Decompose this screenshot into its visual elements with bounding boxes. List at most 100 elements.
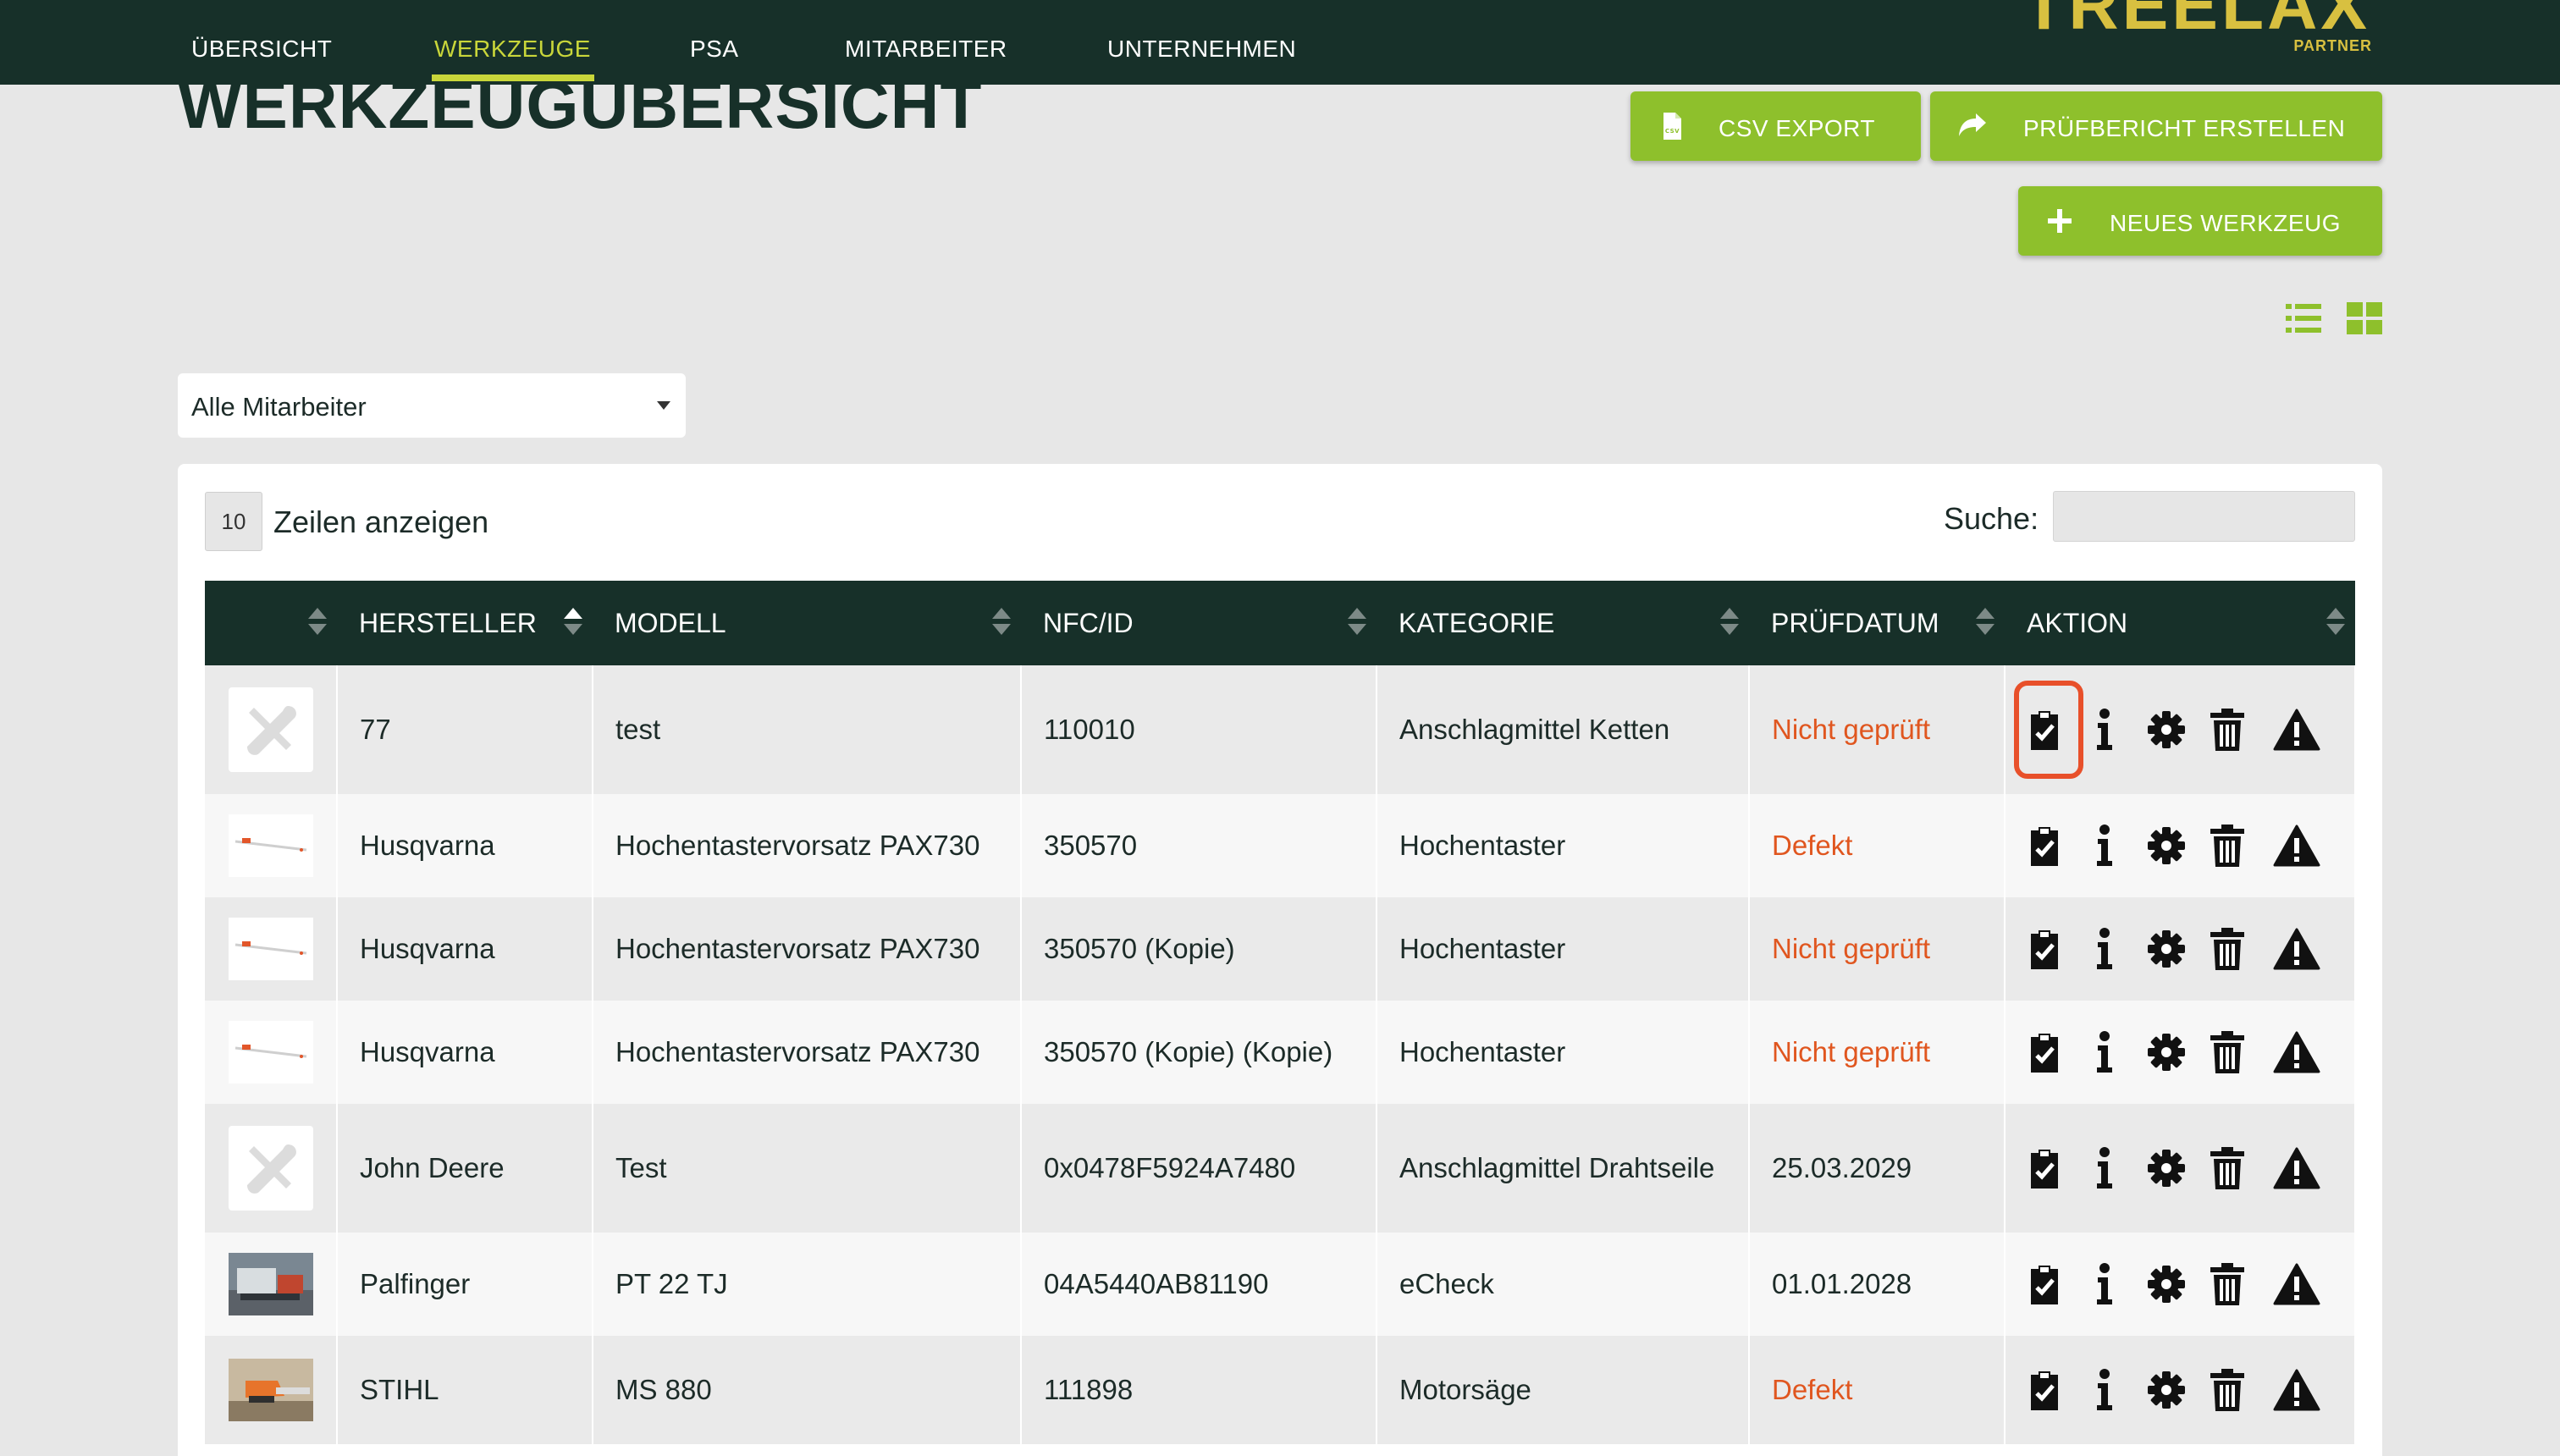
cell-hersteller: 77: [337, 665, 593, 794]
cell-modell: PT 22 TJ: [593, 1233, 1022, 1336]
table-row: 77 test 110010 Anschlagmittel Ketten Nicht g…: [205, 665, 2356, 794]
info-icon[interactable]: [2095, 1262, 2114, 1306]
cell-hersteller: John Deere: [337, 1104, 593, 1233]
warning-icon[interactable]: [2273, 1030, 2320, 1074]
cell-kategorie: Hochentaster: [1377, 794, 1750, 897]
column-header-nfc-id[interactable]: NFC/ID: [1021, 581, 1377, 665]
sort-icon: [1348, 608, 1366, 637]
pole-pruner-photo: [229, 1021, 335, 1084]
table-row: STIHL MS 880 111898 Motorsäge Defekt: [205, 1336, 2356, 1444]
cell-actions: [2005, 1336, 2356, 1444]
gear-icon[interactable]: [2146, 708, 2187, 752]
trash-icon[interactable]: [2209, 927, 2246, 971]
grid-view-icon[interactable]: [2347, 302, 2382, 334]
new-tool-button[interactable]: NEUES WERKZEUG: [2018, 186, 2382, 256]
tool-thumbnail: [205, 1233, 338, 1336]
warning-icon[interactable]: [2273, 1368, 2320, 1412]
warning-icon[interactable]: [2273, 824, 2320, 868]
inspection-check-icon[interactable]: [2028, 1030, 2061, 1074]
sort-icon: [2326, 608, 2345, 637]
employee-filter-select[interactable]: Alle Mitarbeiter: [178, 373, 686, 438]
column-header-aktion[interactable]: AKTION: [2005, 581, 2355, 665]
warning-icon[interactable]: [2273, 927, 2320, 971]
warning-icon[interactable]: [2273, 1146, 2320, 1190]
create-report-button[interactable]: PRÜFBERICHT ERSTELLEN: [1930, 91, 2382, 161]
cell-pruefdatum: Nicht geprüft: [1749, 1001, 2006, 1104]
trash-icon[interactable]: [2209, 824, 2246, 868]
sort-icon: [308, 608, 327, 637]
inspection-check-icon[interactable]: [2028, 1368, 2061, 1412]
inspection-check-icon[interactable]: [2028, 824, 2061, 868]
cell-hersteller: STIHL: [337, 1336, 593, 1444]
column-header-kategorie[interactable]: KATEGORIE: [1377, 581, 1749, 665]
tool-thumbnail: [205, 1001, 338, 1104]
gear-icon[interactable]: [2146, 927, 2187, 971]
info-icon[interactable]: [2095, 1368, 2114, 1412]
tool-thumbnail: [205, 665, 338, 794]
cell-kategorie: Motorsäge: [1377, 1336, 1750, 1444]
cell-pruefdatum: 01.01.2028: [1749, 1233, 2006, 1336]
trash-icon[interactable]: [2209, 1262, 2246, 1306]
tool-thumbnail: [205, 897, 338, 1001]
inspection-check-icon[interactable]: [2028, 927, 2061, 971]
inspection-check-icon[interactable]: [2028, 1262, 2061, 1306]
table-header-row: HERSTELLER MODELL NFC/ID KATEGORIE PRÜFD…: [205, 581, 2355, 665]
search-label: Suche:: [1944, 501, 2039, 536]
info-icon[interactable]: [2095, 708, 2114, 752]
column-header-hersteller[interactable]: HERSTELLER: [337, 581, 593, 665]
inspection-check-icon[interactable]: [2028, 1146, 2061, 1190]
cell-actions: [2005, 897, 2356, 1001]
nav-item-uebersicht[interactable]: ÜBERSICHT: [191, 36, 332, 64]
column-header-pruefdatum[interactable]: PRÜFDATUM: [1749, 581, 2005, 665]
list-view-icon[interactable]: [2286, 302, 2321, 334]
nav-item-unternehmen[interactable]: UNTERNEHMEN: [1107, 36, 1296, 64]
column-header-modell[interactable]: MODELL: [593, 581, 1021, 665]
gear-icon[interactable]: [2146, 1262, 2187, 1306]
search-input[interactable]: [2053, 491, 2355, 542]
warning-icon[interactable]: [2273, 708, 2320, 752]
gear-icon[interactable]: [2146, 824, 2187, 868]
table-row: Husqvarna Hochentastervorsatz PAX730 35057…: [205, 794, 2356, 897]
nav-item-psa[interactable]: PSA: [690, 36, 739, 64]
tools-table: HERSTELLER MODELL NFC/ID KATEGORIE PRÜFD…: [205, 581, 2356, 1444]
info-icon[interactable]: [2095, 824, 2114, 868]
cell-modell: Hochentastervorsatz PAX730: [593, 1001, 1022, 1104]
treelax-logo[interactable]: TREELAX PARTNER: [2022, 0, 2387, 56]
trash-icon[interactable]: [2209, 1030, 2246, 1074]
csv-file-icon: CSV: [1663, 113, 1681, 140]
gear-icon[interactable]: [2146, 1030, 2187, 1074]
cell-actions: [2005, 1001, 2356, 1104]
nav-item-werkzeuge[interactable]: WERKZEUGE: [434, 36, 591, 64]
column-header-image[interactable]: [205, 581, 337, 665]
rows-per-page-select[interactable]: 10: [205, 492, 262, 551]
info-icon[interactable]: [2095, 1030, 2114, 1074]
info-icon[interactable]: [2095, 927, 2114, 971]
cell-nfc-id: 04A5440AB81190: [1021, 1233, 1377, 1336]
warning-icon[interactable]: [2273, 1262, 2320, 1306]
info-icon[interactable]: [2095, 1146, 2114, 1190]
csv-export-label: CSV EXPORT: [1719, 115, 1875, 141]
cell-modell: MS 880: [593, 1336, 1022, 1444]
plus-icon: [2048, 209, 2072, 233]
rows-per-page-label: Zeilen anzeigen: [273, 505, 489, 539]
cell-kategorie: Anschlagmittel Ketten: [1377, 665, 1750, 794]
gear-icon[interactable]: [2146, 1368, 2187, 1412]
cell-pruefdatum: Nicht geprüft: [1749, 665, 2006, 794]
cell-pruefdatum: 25.03.2029: [1749, 1104, 2006, 1233]
cell-pruefdatum: Defekt: [1749, 1336, 2006, 1444]
trash-icon[interactable]: [2209, 1146, 2246, 1190]
gear-icon[interactable]: [2146, 1146, 2187, 1190]
cell-nfc-id: 111898: [1021, 1336, 1377, 1444]
cell-modell: Test: [593, 1104, 1022, 1233]
nav-item-mitarbeiter[interactable]: MITARBEITER: [845, 36, 1007, 64]
csv-export-button[interactable]: CSV CSV EXPORT: [1630, 91, 1921, 161]
cell-modell: Hochentastervorsatz PAX730: [593, 794, 1022, 897]
inspection-check-icon[interactable]: [2028, 708, 2061, 752]
tools-placeholder-icon: [229, 1126, 335, 1211]
trash-icon[interactable]: [2209, 708, 2246, 752]
trash-icon[interactable]: [2209, 1368, 2246, 1412]
svg-text:CSV: CSV: [1665, 128, 1680, 135]
sort-icon: [992, 608, 1011, 637]
cell-nfc-id: 350570: [1021, 794, 1377, 897]
tool-thumbnail: [205, 794, 338, 897]
